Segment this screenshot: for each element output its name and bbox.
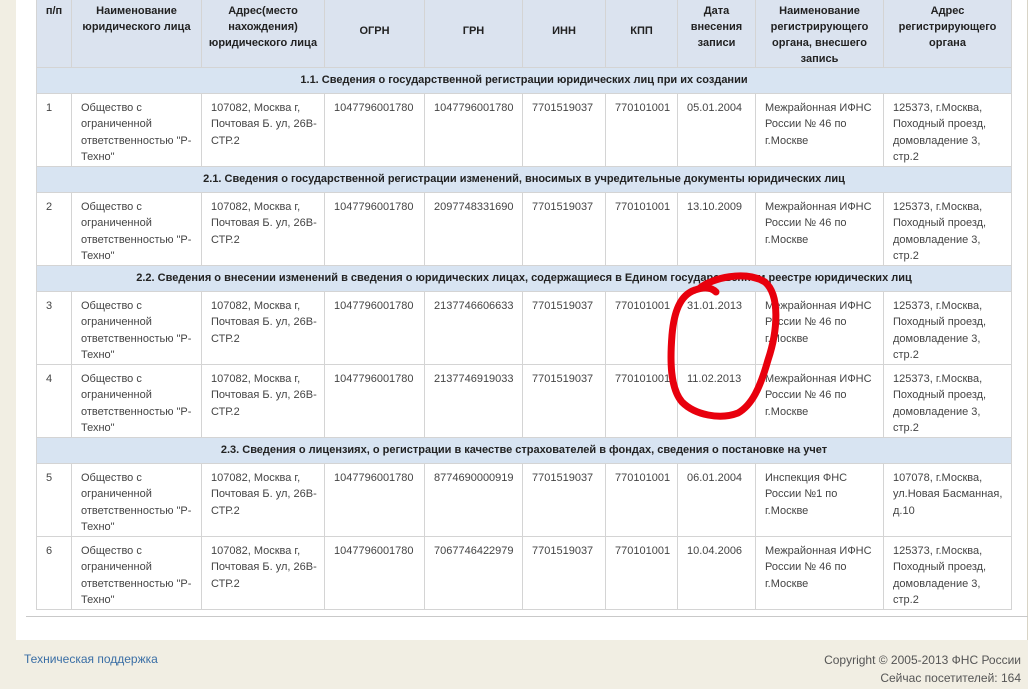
cell-organ-address: 125373, г.Москва, Походный проезд, домов… <box>883 192 1012 266</box>
cell-num: 4 <box>36 364 72 438</box>
cell-inn: 7701519037 <box>522 291 606 365</box>
cell-address: 107082, Москва г, Почтовая Б. ул, 26В-СТ… <box>201 536 325 610</box>
cell-address: 107082, Москва г, Почтовая Б. ул, 26В-СТ… <box>201 291 325 365</box>
cell-organ: Межрайонная ИФНС России № 46 по г.Москве <box>755 536 884 610</box>
cell-num: 2 <box>36 192 72 266</box>
section-title: 2.2. Сведения о внесении изменений в све… <box>36 265 1012 292</box>
col-header-inn: ИНН <box>522 0 606 68</box>
cell-organ-address: 125373, г.Москва, Походный проезд, домов… <box>883 93 1012 167</box>
technical-support-link[interactable]: Техническая поддержка <box>24 652 158 666</box>
cell-name: Общество с ограниченной ответственностью… <box>71 291 202 365</box>
section-title: 2.3. Сведения о лицензиях, о регистрации… <box>36 437 1012 464</box>
cell-inn: 7701519037 <box>522 536 606 610</box>
cell-grn: 2137746606633 <box>424 291 523 365</box>
cell-num: 6 <box>36 536 72 610</box>
cell-date: 11.02.2013 <box>677 364 756 438</box>
cell-name: Общество с ограниченной ответственностью… <box>71 463 202 537</box>
col-header-address: Адрес(место нахождения) юридического лиц… <box>201 0 325 68</box>
col-header-kpp: КПП <box>605 0 678 68</box>
col-header-ogrn: ОГРН <box>324 0 425 68</box>
section-title: 1.1. Сведения о государственной регистра… <box>36 67 1012 94</box>
col-header-num: п/п <box>36 0 72 68</box>
cell-ogrn: 1047796001780 <box>324 364 425 438</box>
cell-num: 5 <box>36 463 72 537</box>
cell-grn: 1047796001780 <box>424 93 523 167</box>
cell-kpp: 770101001 <box>605 463 678 537</box>
cell-address: 107082, Москва г, Почтовая Б. ул, 26В-СТ… <box>201 364 325 438</box>
cell-inn: 7701519037 <box>522 93 606 167</box>
footer-info: Copyright © 2005-2013 ФНС России Сейчас … <box>824 651 1021 687</box>
cell-date: 13.10.2009 <box>677 192 756 266</box>
table-header-row: п/п Наименование юридического лица Адрес… <box>36 0 1012 68</box>
cell-organ: Инспекция ФНС России №1 по г.Москве <box>755 463 884 537</box>
section-header-row: 2.1. Сведения о государственной регистра… <box>36 166 1012 193</box>
table-row: 3 Общество с ограниченной ответственност… <box>36 291 1012 365</box>
cell-organ-address: 125373, г.Москва, Походный проезд, домов… <box>883 364 1012 438</box>
cell-ogrn: 1047796001780 <box>324 536 425 610</box>
table-row: 5 Общество с ограниченной ответственност… <box>36 463 1012 537</box>
cell-num: 3 <box>36 291 72 365</box>
cell-organ: Межрайонная ИФНС России № 46 по г.Москве <box>755 192 884 266</box>
cell-organ-address: 107078, г.Москва, ул.Новая Басманная, д.… <box>883 463 1012 537</box>
cell-organ: Межрайонная ИФНС России № 46 по г.Москве <box>755 364 884 438</box>
cell-ogrn: 1047796001780 <box>324 463 425 537</box>
section-header-row: 2.3. Сведения о лицензиях, о регистрации… <box>36 437 1012 464</box>
cell-ogrn: 1047796001780 <box>324 192 425 266</box>
cell-name: Общество с ограниченной ответственностью… <box>71 536 202 610</box>
section-title: 2.1. Сведения о государственной регистра… <box>36 166 1012 193</box>
cell-kpp: 770101001 <box>605 536 678 610</box>
col-header-name: Наименование юридического лица <box>71 0 202 68</box>
cell-organ: Межрайонная ИФНС России № 46 по г.Москве <box>755 93 884 167</box>
cell-address: 107082, Москва г, Почтовая Б. ул, 26В-СТ… <box>201 93 325 167</box>
cell-inn: 7701519037 <box>522 192 606 266</box>
cell-kpp: 770101001 <box>605 192 678 266</box>
cell-grn: 2097748331690 <box>424 192 523 266</box>
cell-name: Общество с ограниченной ответственностью… <box>71 93 202 167</box>
copyright-text: Copyright © 2005-2013 ФНС России <box>824 653 1021 667</box>
cell-date: 31.01.2013 <box>677 291 756 365</box>
table-row: 1 Общество с ограниченной ответственност… <box>36 93 1012 167</box>
table-row: 2 Общество с ограниченной ответственност… <box>36 192 1012 266</box>
cell-organ-address: 125373, г.Москва, Походный проезд, домов… <box>883 291 1012 365</box>
cell-date: 06.01.2004 <box>677 463 756 537</box>
cell-kpp: 770101001 <box>605 364 678 438</box>
cell-ogrn: 1047796001780 <box>324 291 425 365</box>
cell-grn: 7067746422979 <box>424 536 523 610</box>
cell-name: Общество с ограниченной ответственностью… <box>71 364 202 438</box>
cell-organ: Межрайонная ИФНС России № 46 по г.Москве <box>755 291 884 365</box>
cell-grn: 2137746919033 <box>424 364 523 438</box>
cell-date: 05.01.2004 <box>677 93 756 167</box>
cell-kpp: 770101001 <box>605 93 678 167</box>
cell-num: 1 <box>36 93 72 167</box>
cell-address: 107082, Москва г, Почтовая Б. ул, 26В-СТ… <box>201 463 325 537</box>
cell-inn: 7701519037 <box>522 364 606 438</box>
section-header-row: 1.1. Сведения о государственной регистра… <box>36 67 1012 94</box>
table-row: 4 Общество с ограниченной ответственност… <box>36 364 1012 438</box>
cell-address: 107082, Москва г, Почтовая Б. ул, 26В-СТ… <box>201 192 325 266</box>
cell-kpp: 770101001 <box>605 291 678 365</box>
divider <box>26 616 1028 617</box>
cell-grn: 8774690000919 <box>424 463 523 537</box>
col-header-date: Дата внесения записи <box>677 0 756 68</box>
cell-organ-address: 125373, г.Москва, Походный проезд, домов… <box>883 536 1012 610</box>
col-header-organ: Наименование регистрирующего органа, вне… <box>755 0 884 68</box>
visitors-count: Сейчас посетителей: 164 <box>880 671 1021 685</box>
col-header-grn: ГРН <box>424 0 523 68</box>
cell-inn: 7701519037 <box>522 463 606 537</box>
registry-table: п/п Наименование юридического лица Адрес… <box>36 0 1012 610</box>
col-header-organ-address: Адрес регистрирующего органа <box>883 0 1012 68</box>
table-row: 6 Общество с ограниченной ответственност… <box>36 536 1012 610</box>
cell-name: Общество с ограниченной ответственностью… <box>71 192 202 266</box>
cell-ogrn: 1047796001780 <box>324 93 425 167</box>
section-header-row: 2.2. Сведения о внесении изменений в све… <box>36 265 1012 292</box>
cell-date: 10.04.2006 <box>677 536 756 610</box>
